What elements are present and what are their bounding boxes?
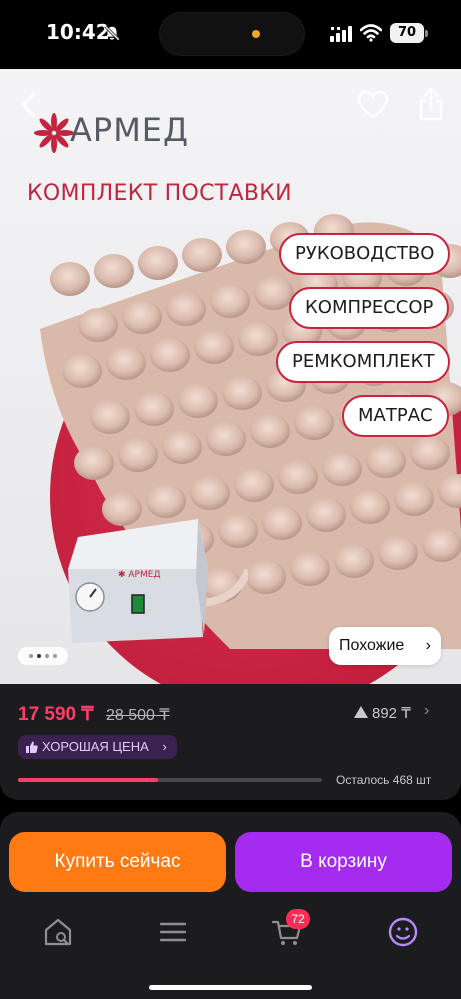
mattress-cell — [134, 392, 174, 426]
mattress-cell — [210, 284, 250, 318]
bell-off-icon — [104, 25, 120, 41]
kit-item-label: КОМПРЕССОР — [289, 287, 450, 329]
gallery-dot[interactable] — [45, 654, 49, 658]
gallery-dot[interactable] — [29, 654, 33, 658]
mattress-cell — [150, 338, 190, 372]
mattress-cell — [106, 346, 146, 380]
triangle-up-icon — [354, 706, 368, 718]
mattress-cell — [226, 230, 266, 264]
home-indicator[interactable] — [149, 985, 312, 990]
mattress-cell — [206, 422, 246, 456]
brand-name: АРМЕД — [70, 111, 190, 149]
battery-indicator: 70 — [390, 23, 424, 43]
old-price: 28 500 ₸ — [106, 707, 170, 724]
gallery-pagination[interactable] — [18, 647, 68, 665]
mattress-cell — [246, 560, 286, 594]
price-panel: 17 590 ₸ 28 500 ₸ 892 ₸ › ХОРОШАЯ ЦЕНА ›… — [0, 684, 461, 800]
status-time: 10:42 — [46, 20, 110, 44]
similar-products-button[interactable]: Похожие › — [329, 627, 441, 665]
mattress-cell — [50, 262, 90, 296]
product-gallery[interactable]: ✱ АРМЕД АРМЕД КОМПЛЕКТ ПОСТАВКИ РУКОВОДС… — [0, 69, 461, 684]
product-headline: КОМПЛЕКТ ПОСТАВКИ — [27, 181, 292, 206]
add-to-cart-button[interactable]: В корзину — [235, 832, 452, 892]
cart-count-badge: 72 — [286, 909, 310, 929]
mattress-cell — [294, 406, 334, 440]
chevron-right-icon: › — [162, 739, 167, 754]
mattress-cell — [190, 476, 230, 510]
mattress-cell — [238, 322, 278, 356]
bottom-action-bar: Купить сейчас В корзину 72 — [0, 812, 461, 999]
mattress-cell — [410, 436, 450, 470]
battery-tip — [425, 30, 428, 37]
mattress-cell — [62, 354, 102, 388]
mattress-cell — [394, 482, 434, 516]
stock-progress-bar — [18, 778, 322, 782]
wifi-icon — [360, 24, 382, 42]
mattress-cell — [290, 552, 330, 586]
gallery-dot[interactable] — [53, 654, 57, 658]
mattress-cell — [262, 506, 302, 540]
mattress-cell — [250, 414, 290, 448]
mattress-cell — [90, 400, 130, 434]
mattress-cell — [122, 300, 162, 334]
remaining-stock: Осталось 468 шт — [336, 773, 432, 787]
chevron-right-icon[interactable]: › — [424, 702, 429, 720]
status-bar: 10:42 70 — [0, 0, 461, 68]
cellular-signal-icon — [330, 26, 352, 42]
profile-icon[interactable] — [387, 916, 419, 948]
current-price: 17 590 ₸ — [18, 704, 94, 725]
chevron-right-icon: › — [425, 637, 431, 654]
stock-progress-fill — [18, 778, 158, 782]
mattress-cell — [322, 452, 362, 486]
gallery-dot[interactable] — [37, 654, 41, 658]
mattress-cell — [194, 330, 234, 364]
home-icon[interactable] — [42, 916, 74, 948]
share-icon[interactable] — [418, 87, 444, 121]
kit-item-label: МАТРАС — [342, 395, 449, 437]
catalog-menu-icon[interactable] — [157, 916, 189, 948]
mattress-cell — [138, 246, 178, 280]
mattress-cell — [306, 498, 346, 532]
privacy-indicator — [252, 30, 260, 38]
similar-label: Похожие — [339, 637, 405, 654]
favorite-heart-icon[interactable] — [358, 91, 388, 119]
svg-text:✱ АРМЕД: ✱ АРМЕД — [118, 570, 160, 580]
mattress-cell — [78, 308, 118, 342]
kit-item-label: РЕМКОМПЛЕКТ — [276, 341, 451, 383]
mattress-cell — [350, 490, 390, 524]
mattress-cell — [422, 528, 461, 562]
mattress-cell — [162, 430, 202, 464]
kit-item-label: РУКОВОДСТВО — [279, 233, 451, 275]
mattress-cell — [366, 444, 406, 478]
buy-now-button[interactable]: Купить сейчас — [9, 832, 226, 892]
mattress-cell — [334, 544, 374, 578]
mattress-cell — [74, 446, 114, 480]
mattress-cell — [178, 384, 218, 418]
mattress-cell — [278, 460, 318, 494]
compressor-image: ✱ АРМЕД — [68, 519, 248, 643]
mattress-cell — [182, 238, 222, 272]
mattress-cell — [118, 438, 158, 472]
dynamic-island — [159, 12, 305, 56]
rating-count[interactable]: 892 ₸ — [372, 704, 411, 722]
mattress-cell — [166, 292, 206, 326]
mattress-cell — [378, 536, 418, 570]
mattress-cell — [94, 254, 134, 288]
thumbs-up-icon — [26, 741, 38, 753]
mattress-cell — [234, 468, 274, 502]
mattress-cell — [254, 276, 294, 310]
good-price-label: ХОРОШАЯ ЦЕНА — [42, 739, 149, 754]
mattress-cell — [222, 376, 262, 410]
good-price-badge[interactable]: ХОРОШАЯ ЦЕНА › — [18, 735, 177, 759]
